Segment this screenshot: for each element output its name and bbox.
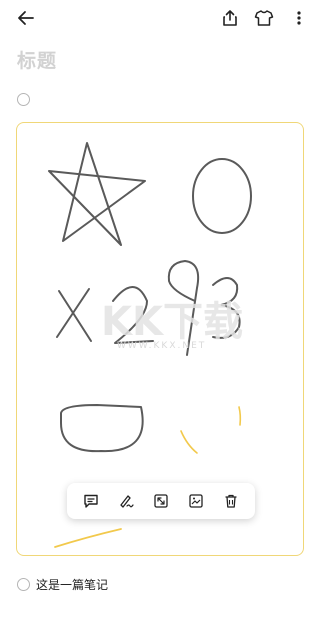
more-vertical-icon: [297, 11, 301, 25]
sketch-star: [48, 142, 146, 246]
back-button[interactable]: [14, 6, 38, 30]
checklist-circle[interactable]: [17, 93, 30, 106]
share-button[interactable]: [218, 6, 242, 30]
shirt-icon: [254, 10, 274, 26]
share-icon: [223, 10, 237, 26]
note-title-placeholder[interactable]: 标题: [17, 46, 57, 73]
delete-icon: [225, 494, 237, 508]
watermark-url: WWW.KKX.NET: [117, 341, 207, 351]
pen-icon: [120, 495, 134, 508]
drawing-toolbar: [67, 483, 255, 519]
highlight-stroke: [238, 406, 242, 426]
checklist-circle[interactable]: [17, 578, 30, 591]
expand-button[interactable]: [150, 490, 172, 512]
sketch-x: [56, 288, 92, 342]
image-edit-button[interactable]: [185, 490, 207, 512]
back-arrow-icon: [18, 11, 34, 25]
more-button[interactable]: [287, 6, 311, 30]
sketch-bowl: [60, 404, 144, 453]
expand-icon: [154, 494, 168, 508]
delete-button[interactable]: [220, 490, 242, 512]
image-edit-icon: [189, 494, 203, 508]
comment-button[interactable]: [80, 490, 102, 512]
pen-button[interactable]: [115, 490, 137, 512]
highlight-stroke: [180, 430, 198, 454]
watermark-logo: KK下载: [101, 299, 243, 345]
top-bar: [0, 0, 320, 36]
highlight-stroke: [54, 528, 122, 548]
note-body-text[interactable]: 这是一篇笔记: [36, 576, 108, 593]
sketch-zero: [192, 158, 252, 234]
comment-icon: [83, 494, 98, 508]
theme-button[interactable]: [252, 6, 276, 30]
drawing-card[interactable]: KK下载 WWW.KKX.NET: [16, 122, 304, 556]
